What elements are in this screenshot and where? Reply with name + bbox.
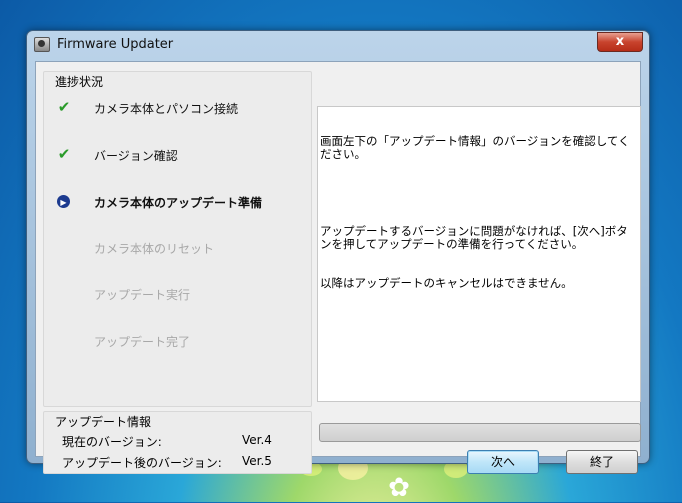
progress-heading: 進捗状況 (55, 75, 104, 89)
step-2: ✔ バージョン確認 (56, 145, 306, 165)
message-line-2: アップデートするバージョンに問題がなければ、[次へ]ボタンを押してアップデートの… (320, 224, 628, 251)
step-label: カメラ本体とパソコン接続 (94, 102, 239, 116)
step-4: カメラ本体のリセット (56, 238, 306, 258)
next-button[interactable]: 次へ (467, 450, 539, 474)
title-bar[interactable]: Firmware Updater x (27, 31, 649, 59)
message-line-1: 画面左下の「アップデート情報」のバージョンを確認してください。 (320, 134, 630, 161)
after-version-value: Ver.5 (242, 454, 272, 468)
step-3: ▶ カメラ本体のアップデート準備 (56, 192, 306, 212)
firmware-updater-window: Firmware Updater x 進捗状況 ✔ カメラ本体とパソコン接続 ✔… (26, 30, 650, 474)
camera-app-icon (34, 37, 50, 52)
step-label: カメラ本体のアップデート準備 (94, 196, 263, 210)
current-version-label: 現在のバージョン: (62, 435, 162, 449)
current-step-arrow-icon: ▶ (57, 195, 70, 208)
wallpaper-flower-icon: ✿ (388, 473, 410, 503)
client-area: 進捗状況 ✔ カメラ本体とパソコン接続 ✔ バージョン確認 ▶ カメラ本体のアッ… (35, 61, 641, 474)
step-label: カメラ本体のリセット (94, 242, 215, 256)
current-version-value: Ver.4 (242, 433, 272, 447)
update-progress-bar (319, 423, 641, 442)
update-info-panel: アップデート情報 現在のバージョン: Ver.4 アップデート後のバージョン: … (43, 411, 312, 474)
close-button[interactable]: x (597, 32, 643, 52)
checkmark-icon: ✔ (57, 98, 71, 116)
step-label: バージョン確認 (94, 149, 178, 163)
exit-button[interactable]: 終了 (566, 450, 638, 474)
progress-panel: 進捗状況 ✔ カメラ本体とパソコン接続 ✔ バージョン確認 ▶ カメラ本体のアッ… (43, 71, 312, 407)
step-1: ✔ カメラ本体とパソコン接続 (56, 98, 306, 118)
instruction-message: 画面左下の「アップデート情報」のバージョンを確認してください。 アップデートする… (317, 106, 641, 402)
checkmark-icon: ✔ (57, 145, 71, 163)
step-5: アップデート実行 (56, 284, 306, 304)
step-label: アップデート実行 (94, 288, 191, 302)
after-version-label: アップデート後のバージョン: (62, 456, 222, 470)
step-label: アップデート完了 (94, 335, 191, 349)
message-line-3: 以降はアップデートのキャンセルはできません。 (320, 276, 573, 290)
step-6: アップデート完了 (56, 331, 306, 351)
update-info-heading: アップデート情報 (55, 415, 152, 429)
window-title: Firmware Updater (57, 37, 174, 52)
